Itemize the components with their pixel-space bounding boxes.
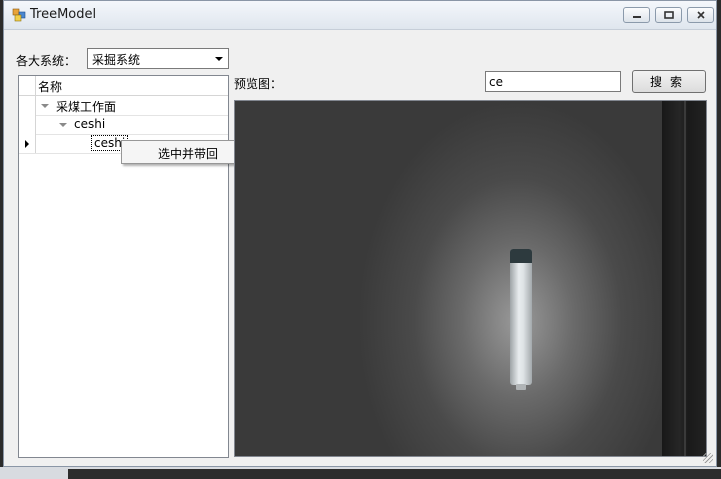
title-bar[interactable]: TreeModel [4, 1, 716, 30]
taskbar-strip [0, 467, 721, 479]
search-input[interactable] [485, 71, 621, 92]
row-header-cell[interactable] [19, 96, 36, 115]
current-row-icon [25, 140, 29, 148]
device-cap [510, 249, 532, 263]
window-title: TreeModel [30, 7, 97, 22]
context-menu-item-select-and-return[interactable]: 选中并带回 [158, 145, 218, 162]
background-window [68, 469, 721, 479]
expander-icon[interactable] [41, 104, 49, 108]
preview-image [234, 100, 707, 457]
system-filter-select[interactable]: 采掘系统 [87, 48, 229, 69]
tree-node-label: ceshi [74, 117, 106, 131]
device-photo [510, 249, 532, 390]
system-filter-value: 采掘系统 [92, 53, 141, 67]
row-header-cell[interactable] [19, 134, 36, 153]
row-header-cell[interactable] [19, 115, 36, 134]
minimize-button[interactable] [623, 7, 650, 23]
device-base [516, 384, 526, 390]
close-button[interactable] [687, 7, 714, 23]
maximize-button[interactable] [655, 7, 682, 23]
tree-row[interactable]: ceshi [19, 115, 228, 135]
row-header-cell [19, 76, 36, 95]
resize-grip-icon[interactable] [703, 453, 713, 463]
chevron-down-icon [215, 57, 223, 61]
tree-header: 名称 [19, 76, 228, 96]
tree-node-label: 采煤工作面 [56, 100, 117, 114]
search-button[interactable]: 搜索 [632, 70, 706, 93]
maximize-icon [663, 11, 674, 19]
column-header-name[interactable]: 名称 [38, 78, 62, 95]
system-filter-label: 各大系统： [16, 54, 77, 68]
tree-grid[interactable]: 名称 采煤工作面 ceshi ceshi [18, 75, 229, 458]
close-icon [696, 11, 705, 19]
context-menu: 选中并带回 [121, 140, 245, 164]
preview-label: 预览图： [234, 77, 283, 91]
expander-icon[interactable] [59, 123, 67, 127]
app-window: TreeModel 各大系统： 采掘系统 名称 采煤工作面 ceshi cesh… [3, 0, 717, 467]
minimize-icon [632, 16, 641, 18]
app-window-icon [12, 8, 26, 22]
preview-edge-strip [662, 101, 706, 456]
tree-row[interactable]: 采煤工作面 [19, 96, 228, 116]
